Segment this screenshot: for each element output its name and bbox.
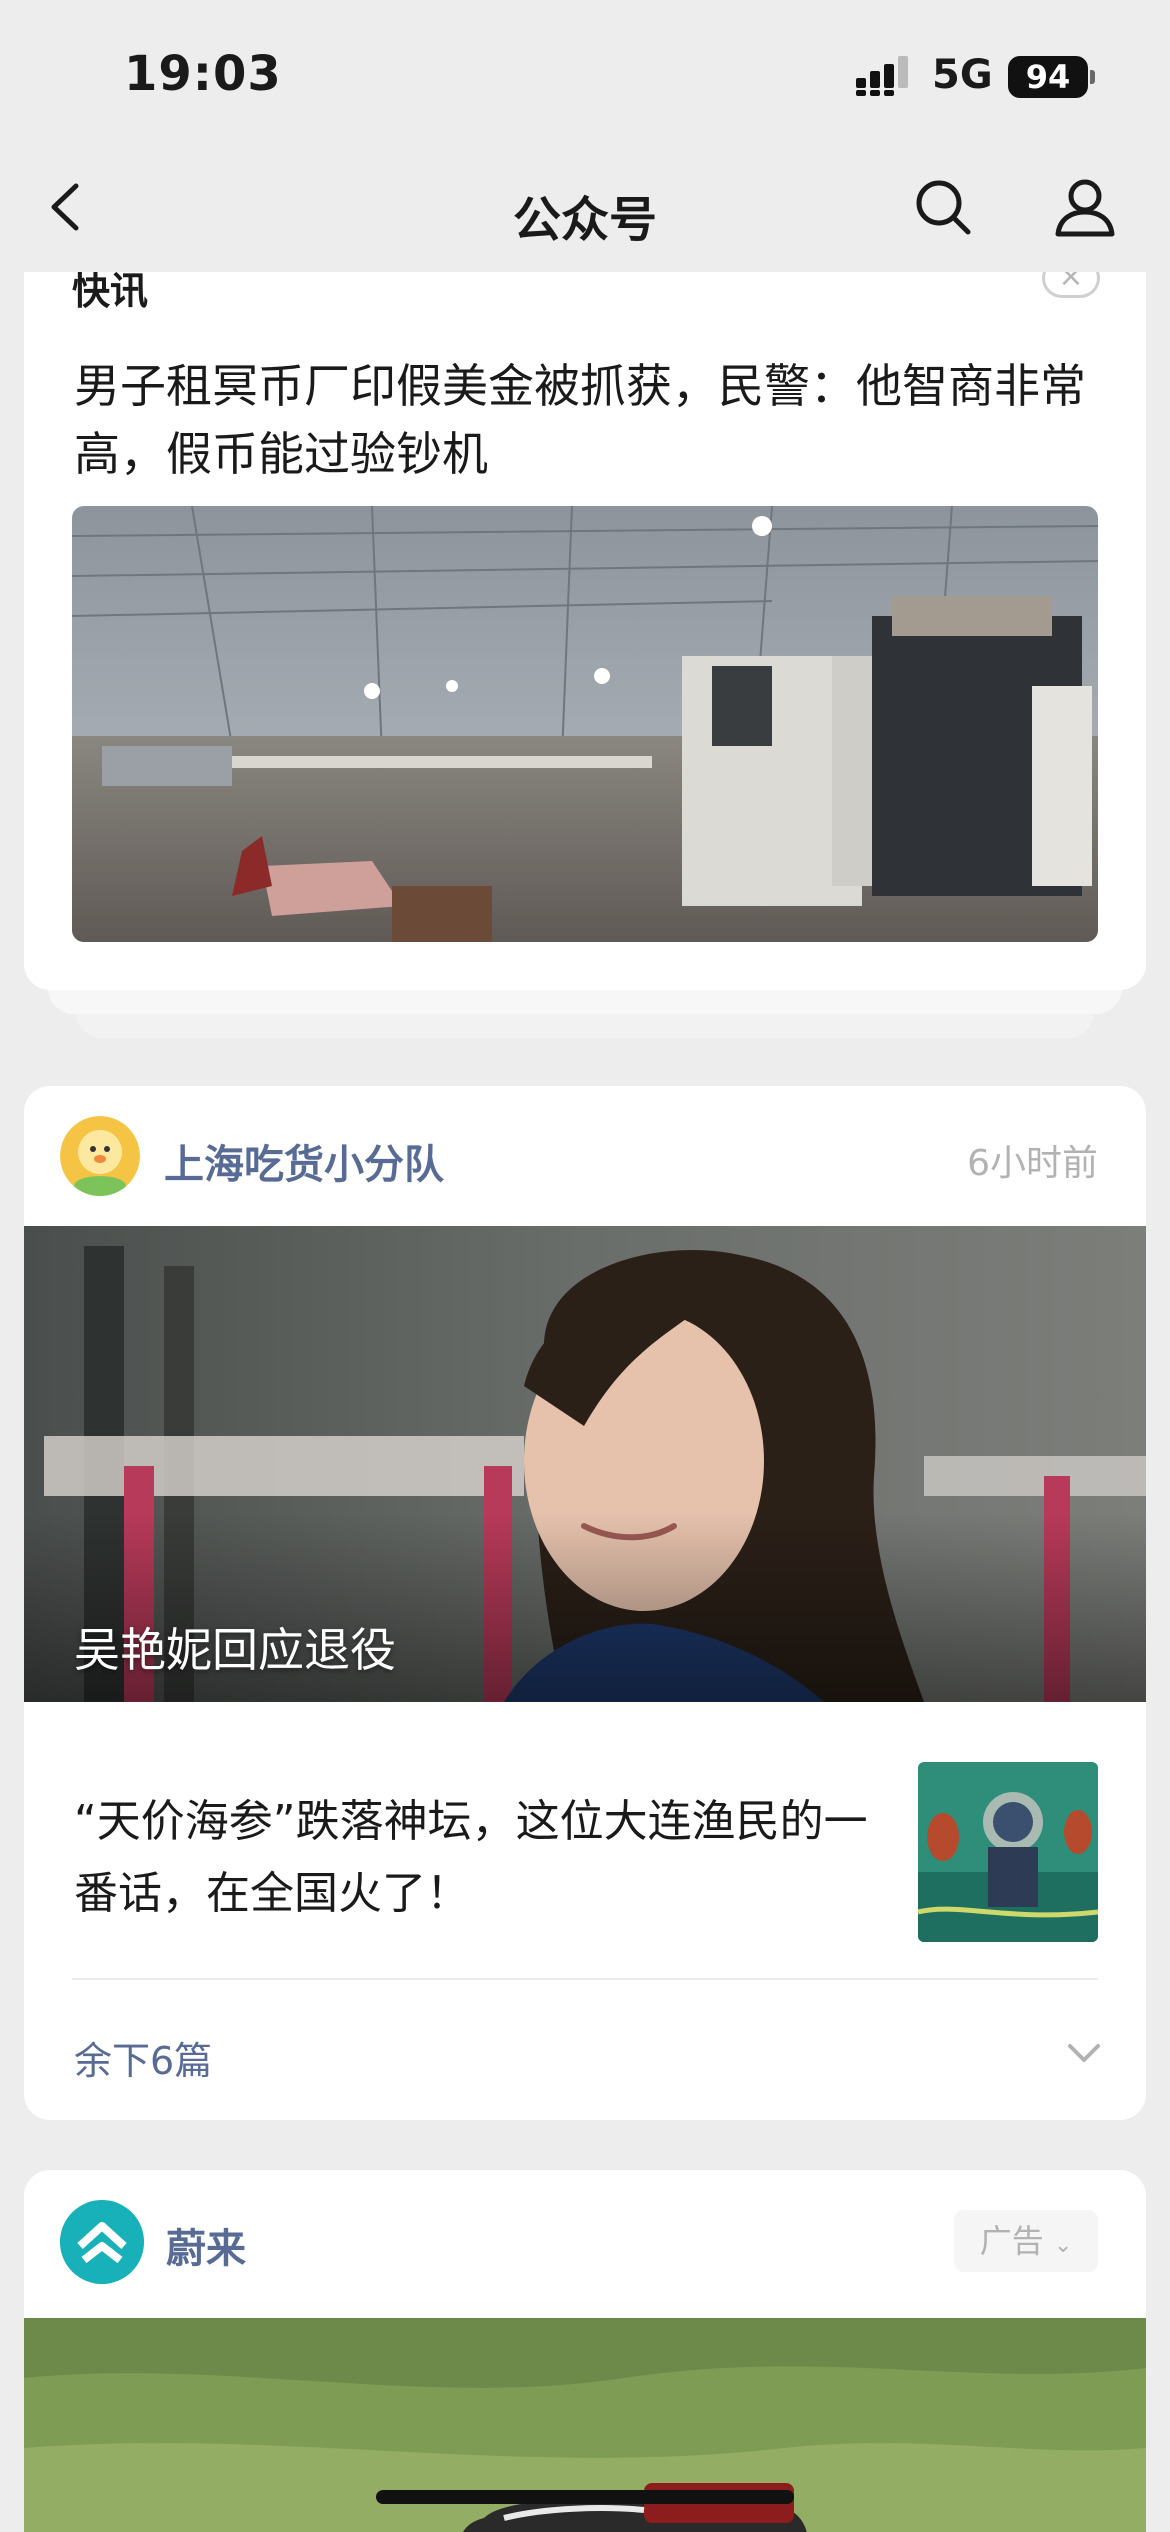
ad-badge[interactable]: 广告 ⌄ bbox=[954, 2210, 1098, 2272]
account-avatar[interactable] bbox=[60, 1116, 140, 1196]
wechat-official-accounts-feed: 19:03 5G 94 公众号 快讯 × 男子租冥币厂印假美金被抓获，民警：他智… bbox=[0, 0, 1170, 2532]
publish-time: 6小时前 bbox=[967, 1143, 1098, 1184]
profile-icon[interactable] bbox=[1052, 174, 1118, 240]
nav-bar: 公众号 bbox=[0, 150, 1170, 272]
chevron-down-icon: ⌄ bbox=[1053, 2233, 1073, 2258]
ad-card: 蔚来 广告 ⌄ bbox=[24, 2170, 1146, 2532]
network-type: 5G bbox=[932, 52, 993, 98]
account-name[interactable]: 上海吃货小分队 bbox=[164, 1132, 444, 1190]
news-headline[interactable]: 男子租冥币厂印假美金被抓获，民警：他智商非常高，假币能过验钞机 bbox=[74, 352, 1104, 488]
battery-tip bbox=[1090, 70, 1095, 84]
status-bar: 19:03 5G 94 bbox=[0, 0, 1170, 150]
home-indicator[interactable] bbox=[376, 2490, 794, 2504]
ad-account-name[interactable]: 蔚来 bbox=[166, 2216, 246, 2274]
account-article-card: 上海吃货小分队 6小时前 吴艳妮回应退役 “天价海参”跌落神坛，这位大连渔民的一… bbox=[24, 1086, 1146, 2120]
ad-badge-label: 广告 bbox=[979, 2222, 1044, 2260]
more-articles-link[interactable]: 余下6篇 bbox=[74, 2030, 212, 2085]
battery-indicator: 94 bbox=[1008, 56, 1088, 98]
divider bbox=[72, 1978, 1098, 1980]
sub-article-thumbnail[interactable] bbox=[918, 1762, 1098, 1942]
chevron-down-icon[interactable] bbox=[1064, 2038, 1104, 2068]
hero-title[interactable]: 吴艳妮回应退役 bbox=[74, 1614, 396, 1680]
status-time: 19:03 bbox=[124, 46, 282, 102]
nio-logo[interactable] bbox=[60, 2200, 144, 2284]
news-flash-card[interactable]: 快讯 × 男子租冥币厂印假美金被抓获，民警：他智商非常高，假币能过验钞机 bbox=[24, 200, 1146, 990]
signal-icon bbox=[856, 56, 908, 96]
sub-article-title[interactable]: “天价海参”跌落神坛，这位大连渔民的一番话，在全国火了！ bbox=[74, 1786, 904, 1930]
search-icon[interactable] bbox=[910, 174, 976, 240]
page-title: 公众号 bbox=[512, 192, 657, 248]
hero-article[interactable]: 吴艳妮回应退役 bbox=[24, 1226, 1146, 1702]
factory-photo[interactable] bbox=[72, 506, 1098, 942]
